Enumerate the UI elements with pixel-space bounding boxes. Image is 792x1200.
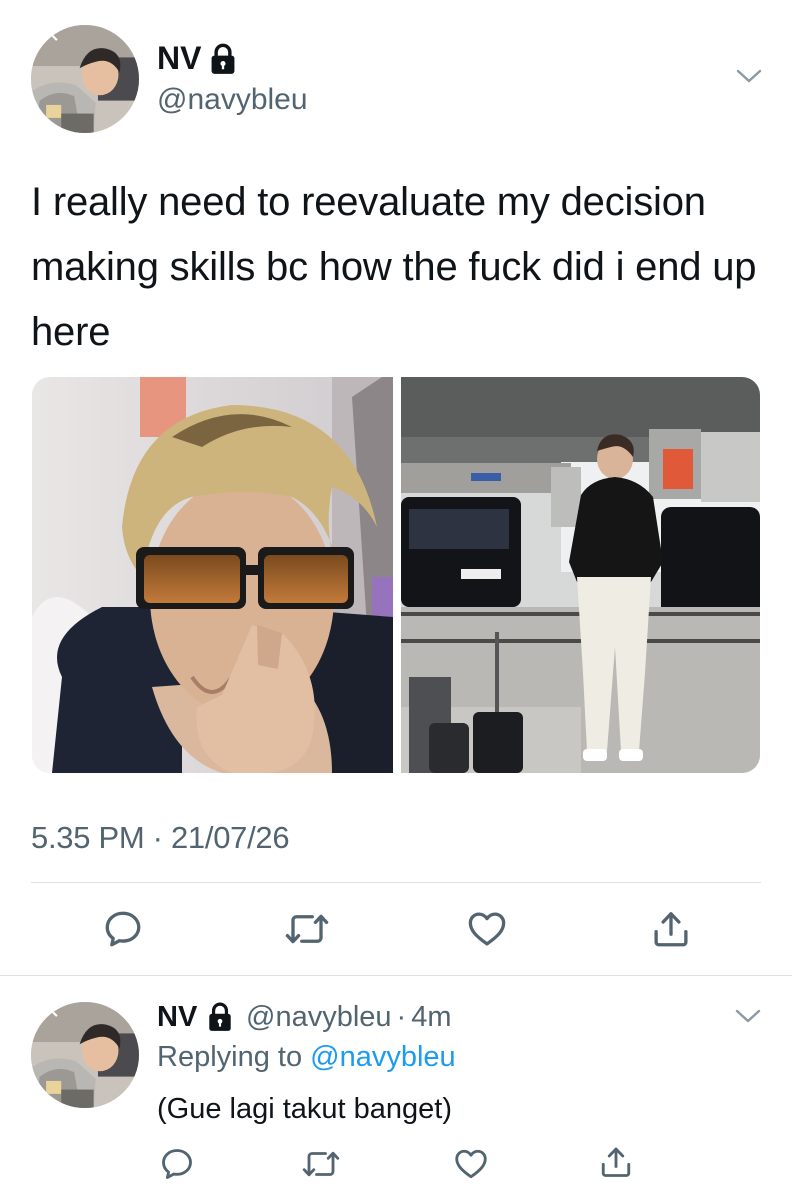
retweet-button[interactable] [300, 1144, 342, 1184]
reply-author-handle-time[interactable]: @navybleu · 4m [246, 1000, 452, 1034]
photo-2[interactable] [401, 377, 760, 773]
share-button[interactable] [648, 906, 694, 952]
divider [31, 882, 761, 883]
divider [0, 975, 792, 976]
tweet-text: I really need to reevaluate my decision … [31, 180, 757, 354]
chevron-down-icon[interactable] [734, 66, 764, 86]
photo-1[interactable] [32, 377, 393, 773]
lock-icon [207, 1002, 233, 1032]
separator: · [396, 1001, 407, 1033]
media-grid [32, 377, 760, 773]
reply-button[interactable] [100, 906, 146, 952]
share-button[interactable] [596, 1142, 636, 1182]
heart-icon [466, 908, 508, 950]
share-icon [598, 1144, 634, 1180]
reply-author-name[interactable]: NV [157, 1000, 197, 1034]
reply-button[interactable] [157, 1144, 197, 1184]
reply-icon [159, 1146, 195, 1182]
retweet-icon [284, 908, 330, 950]
avatar[interactable] [31, 1002, 139, 1108]
author-handle[interactable]: @navybleu [157, 82, 308, 118]
reply-text: (Gue lagi takut banget) [157, 1093, 453, 1125]
chevron-down-icon[interactable] [733, 1006, 763, 1026]
like-button[interactable] [464, 906, 510, 952]
reply-time[interactable]: 4m [411, 1001, 451, 1033]
retweet-icon [301, 1146, 341, 1182]
lock-icon [209, 43, 237, 75]
reply-author-handle[interactable]: @navybleu [246, 1001, 392, 1033]
avatar[interactable] [31, 25, 139, 133]
share-icon [650, 908, 692, 950]
replying-to-mention[interactable]: @navybleu [310, 1041, 456, 1073]
author-name[interactable]: NV [157, 40, 201, 76]
retweet-button[interactable] [283, 906, 331, 952]
like-button[interactable] [451, 1144, 491, 1184]
reply-icon [102, 908, 144, 950]
replying-to: Replying to @navybleu [157, 1040, 456, 1074]
replying-to-label: Replying to [157, 1041, 303, 1073]
heart-icon [453, 1146, 489, 1182]
tweet-timestamp[interactable]: 5.35 PM · 21/07/26 [31, 818, 290, 858]
